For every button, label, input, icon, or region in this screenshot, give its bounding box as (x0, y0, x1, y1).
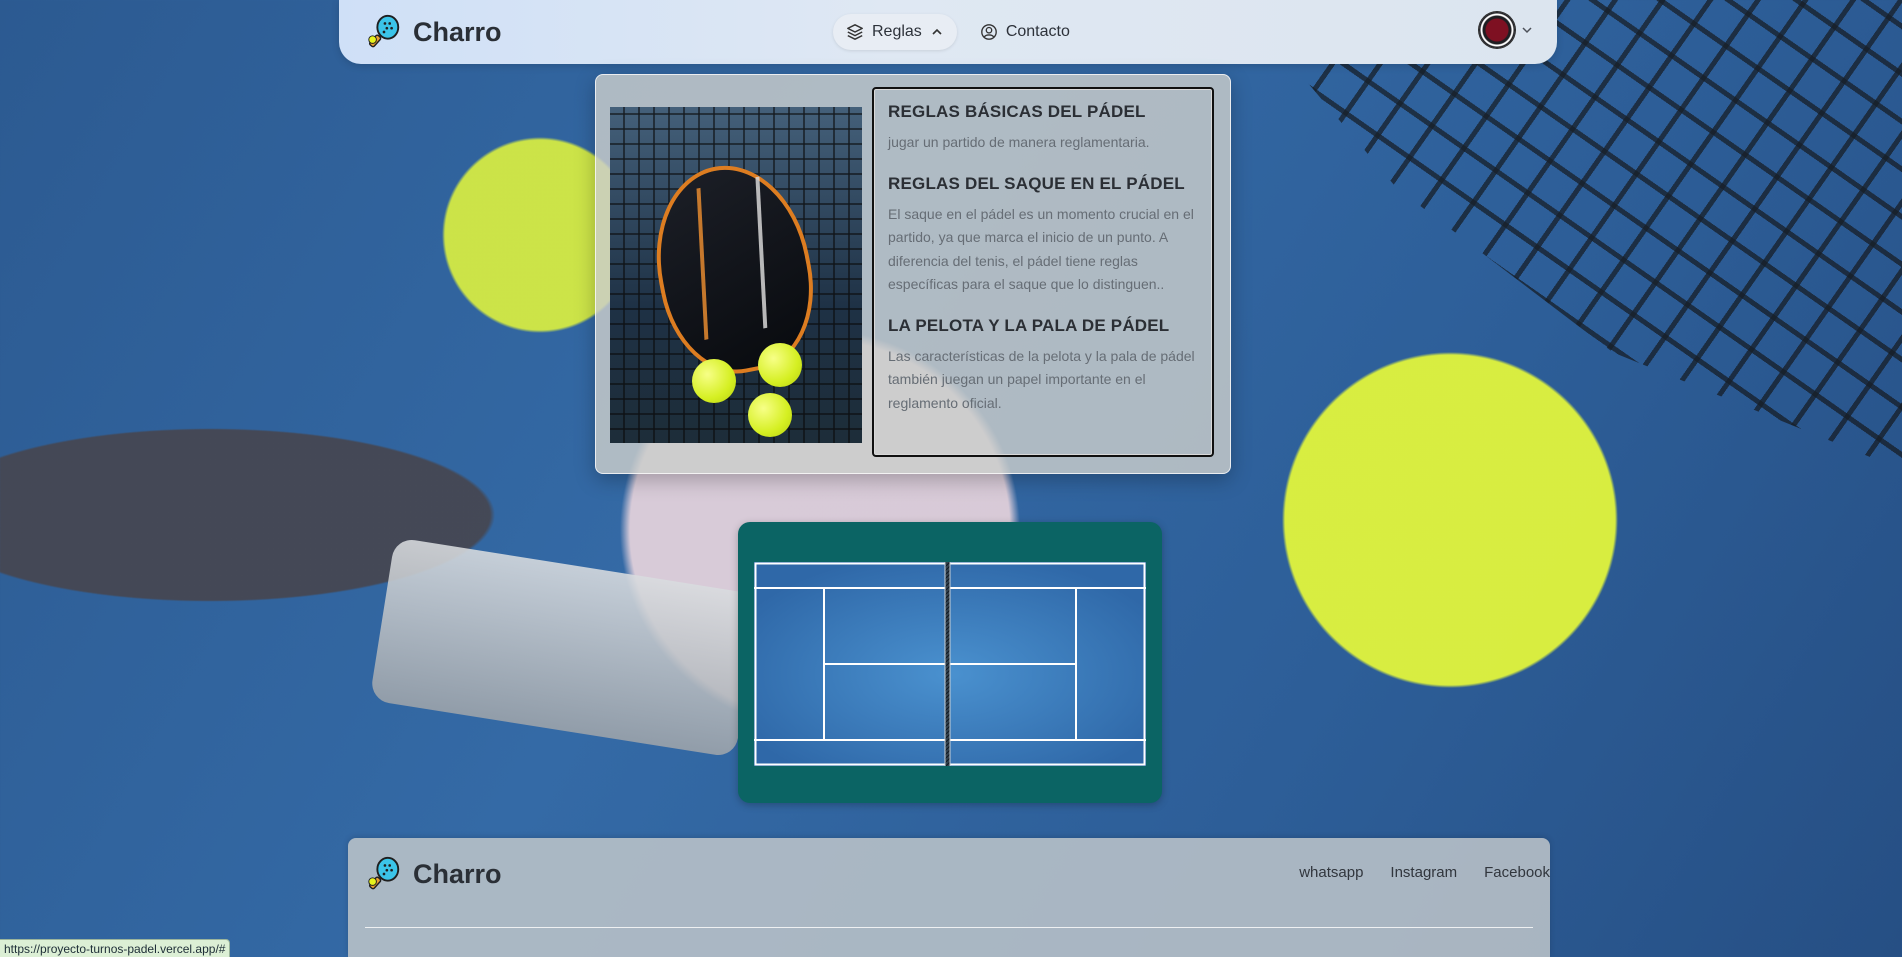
chevron-down-icon[interactable] (1521, 24, 1533, 36)
main-nav: Reglas Contacto (833, 14, 1083, 50)
avatar[interactable] (1479, 12, 1515, 48)
brand-name: Charro (413, 16, 502, 47)
footer-brand[interactable]: Charro (365, 855, 502, 893)
nav-contacto[interactable]: Contacto (967, 14, 1083, 50)
brand[interactable]: Charro (365, 13, 502, 51)
background-racket-handle (369, 537, 761, 758)
footer-link-whatsapp[interactable]: whatsapp (1299, 864, 1363, 881)
rules-dropdown-menu: REGLAS BÁSICAS DEL PÁDEL jugar un partid… (595, 74, 1231, 474)
top-navbar: Charro Reglas Contacto (339, 0, 1557, 64)
rule-description: Las características de la pelota y la pa… (888, 347, 1195, 411)
rule-title: LA PELOTA Y LA PALA DE PÁDEL (888, 315, 1170, 335)
rules-list: REGLAS BÁSICAS DEL PÁDEL jugar un partid… (872, 87, 1214, 457)
padel-racket-icon (368, 14, 400, 48)
rule-description: El saque en el pádel es un momento cruci… (888, 205, 1194, 293)
background-net (1237, 0, 1902, 470)
nav-contacto-label: Contacto (1005, 23, 1070, 40)
chevron-up-icon (932, 28, 942, 35)
rule-item-serve[interactable]: REGLAS DEL SAQUE EN EL PÁDEL El saque en… (888, 173, 1198, 297)
padel-court-diagram (754, 562, 1146, 766)
nav-reglas[interactable]: Reglas (833, 14, 957, 50)
footer: Charro whatsapp Instagram Facebook (348, 838, 1550, 957)
padel-racket-icon (368, 856, 400, 890)
rule-item-ball-and-paddle[interactable]: LA PELOTA Y LA PALA DE PÁDEL Las caracte… (888, 315, 1198, 416)
padel-racket-and-balls-photo (610, 107, 862, 443)
user-menu[interactable] (1479, 12, 1533, 48)
rule-title: REGLAS DEL SAQUE EN EL PÁDEL (888, 173, 1185, 193)
footer-link-facebook[interactable]: Facebook (1484, 864, 1550, 881)
browser-status-url: https://proyecto-turnos-padel.vercel.app… (0, 939, 231, 957)
footer-link-instagram[interactable]: Instagram (1390, 864, 1457, 881)
footer-links: whatsapp Instagram Facebook (1299, 864, 1550, 881)
nav-reglas-label: Reglas (872, 23, 922, 40)
padel-court-card (738, 522, 1162, 803)
user-circle-icon (980, 24, 997, 40)
layers-icon (847, 24, 863, 40)
footer-brand-name: Charro (413, 858, 502, 889)
rule-description: jugar un partido de manera reglamentaria… (888, 134, 1150, 150)
rule-title: REGLAS BÁSICAS DEL PÁDEL (888, 102, 1146, 121)
footer-divider (365, 927, 1533, 928)
rule-item-basic[interactable]: REGLAS BÁSICAS DEL PÁDEL jugar un partid… (888, 101, 1198, 155)
